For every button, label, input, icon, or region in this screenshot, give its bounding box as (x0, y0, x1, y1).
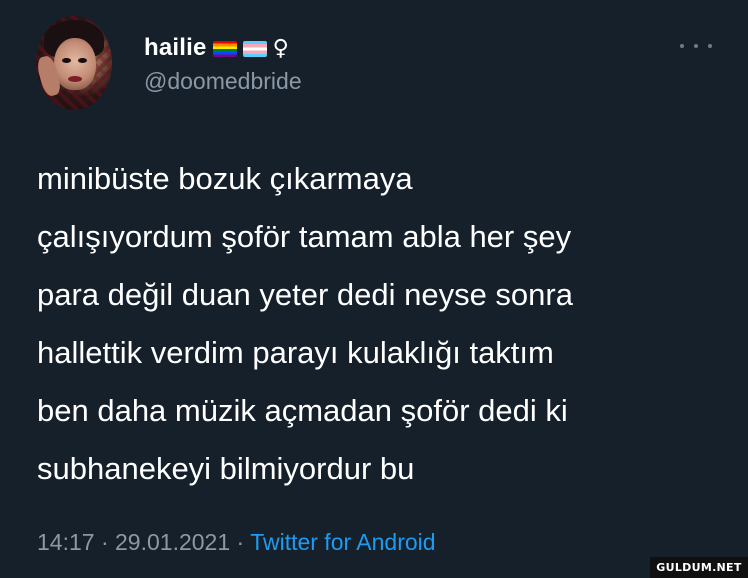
avatar-eye (62, 58, 71, 63)
tweet-text: minibüste bozuk çıkarmaya çalışıyordum ş… (37, 161, 573, 486)
tweet-meta: 14:17 · 29.01.2021 · Twitter for Android (37, 529, 436, 556)
meta-separator: · (100, 529, 109, 555)
tweet-date[interactable]: 29.01.2021 (115, 529, 230, 555)
avatar-lips (68, 76, 82, 82)
more-icon[interactable] (680, 36, 712, 56)
more-dot (680, 44, 684, 48)
avatar-eye (78, 58, 87, 63)
author-name-row[interactable]: hailie ♀ (144, 33, 289, 63)
tweet-card: hailie ♀ @doomedbride minibüste bozuk çı… (0, 0, 748, 578)
more-dot (708, 44, 712, 48)
tweet-source-link[interactable]: Twitter for Android (250, 529, 435, 555)
tweet-time[interactable]: 14:17 (37, 529, 95, 555)
avatar[interactable] (36, 16, 112, 110)
user-handle[interactable]: @doomedbride (144, 68, 302, 95)
rainbow-flag-icon (212, 41, 237, 57)
transgender-flag-icon (242, 41, 267, 57)
meta-separator: · (236, 529, 245, 555)
display-name[interactable]: hailie (144, 34, 207, 62)
watermark: GULDUM.NET (650, 557, 748, 578)
more-dot (694, 44, 698, 48)
avatar-face (54, 38, 96, 90)
female-sign-icon: ♀ (272, 35, 289, 61)
